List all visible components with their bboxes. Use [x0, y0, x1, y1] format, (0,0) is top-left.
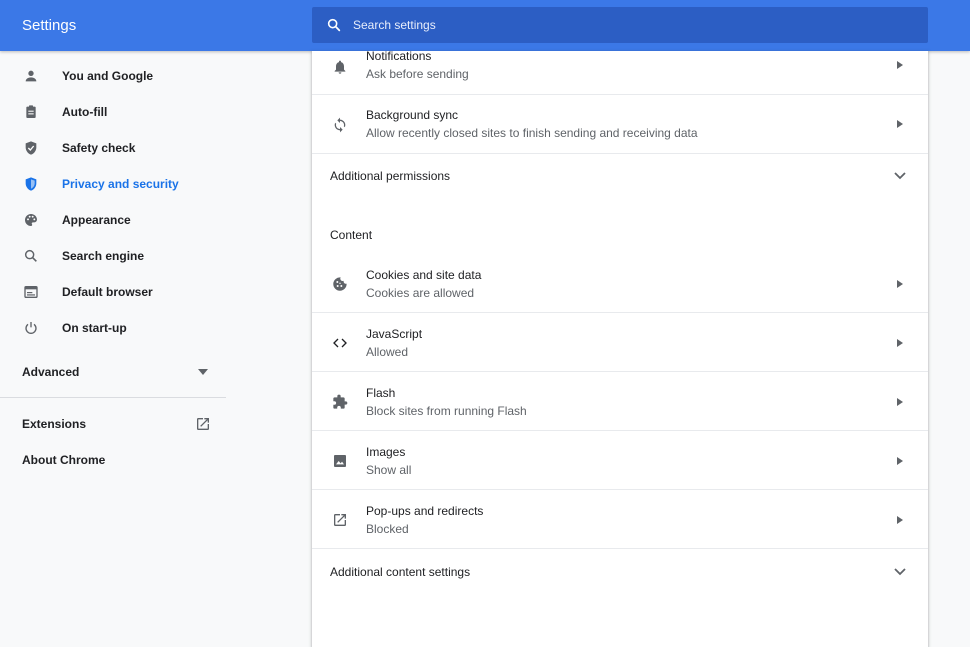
row-title: Images	[366, 445, 406, 459]
notifications-row[interactable]: Notifications Ask before sending	[312, 51, 928, 95]
sidebar-item-label: You and Google	[62, 69, 154, 83]
sync-icon	[330, 115, 350, 135]
caret-down-icon	[198, 369, 208, 375]
arrow-right-icon	[897, 280, 903, 288]
top-bar: Settings	[0, 0, 970, 51]
about-chrome-label: About Chrome	[22, 453, 106, 467]
arrow-right-icon	[897, 457, 903, 465]
open-in-new-icon	[330, 510, 350, 530]
open-in-new-icon	[197, 418, 209, 430]
settings-card: Notifications Ask before sending Backgro…	[312, 51, 928, 647]
sidebar-item-label: Safety check	[62, 141, 136, 155]
person-icon	[22, 67, 40, 85]
arrow-right-icon	[897, 339, 903, 347]
extensions-link[interactable]: Extensions	[0, 406, 226, 442]
arrow-right-icon	[897, 120, 903, 128]
sidebar-item-search-engine[interactable]: Search engine	[0, 238, 226, 274]
browser-icon	[22, 283, 40, 301]
row-subtitle: Allowed	[366, 345, 409, 359]
chevron-down-icon	[894, 172, 906, 180]
row-title: Pop-ups and redirects	[366, 504, 484, 518]
sidebar-item-label: Default browser	[62, 285, 153, 299]
background-sync-row[interactable]: Background sync Allow recently closed si…	[312, 95, 928, 154]
row-title: Background sync	[366, 108, 459, 122]
image-icon	[330, 451, 350, 471]
popups-row[interactable]: Pop-ups and redirects Blocked	[312, 490, 928, 549]
sidebar-item-you-and-google[interactable]: You and Google	[0, 58, 226, 94]
clipboard-icon	[22, 103, 40, 121]
bell-icon	[330, 57, 350, 77]
advanced-toggle[interactable]: Advanced	[0, 354, 226, 390]
additional-permissions-row[interactable]: Additional permissions	[312, 154, 928, 198]
sidebar-item-privacy-and-security[interactable]: Privacy and security	[0, 166, 226, 202]
sidebar-item-appearance[interactable]: Appearance	[0, 202, 226, 238]
row-subtitle: Block sites from running Flash	[366, 404, 527, 418]
search-input[interactable]	[353, 7, 913, 43]
app-title: Settings	[22, 17, 77, 34]
chevron-down-icon	[894, 568, 906, 576]
images-row[interactable]: Images Show all	[312, 431, 928, 490]
search-icon	[327, 18, 341, 32]
cookies-row[interactable]: Cookies and site data Cookies are allowe…	[312, 254, 928, 313]
additional-content-settings-label: Additional content settings	[330, 565, 471, 579]
code-icon	[330, 333, 350, 353]
arrow-right-icon	[897, 398, 903, 406]
sidebar-item-label: Search engine	[62, 249, 145, 263]
arrow-right-icon	[897, 61, 903, 69]
search-icon	[22, 247, 40, 265]
row-subtitle: Cookies are allowed	[366, 286, 475, 300]
additional-permissions-label: Additional permissions	[330, 169, 451, 183]
content-section-heading: Content	[330, 228, 373, 242]
sidebar-divider	[0, 397, 226, 398]
extensions-label: Extensions	[22, 417, 87, 431]
palette-icon	[22, 211, 40, 229]
arrow-right-icon	[897, 516, 903, 524]
search-box[interactable]	[312, 7, 928, 43]
javascript-row[interactable]: JavaScript Allowed	[312, 313, 928, 372]
flash-row[interactable]: Flash Block sites from running Flash	[312, 372, 928, 431]
cookie-icon	[330, 274, 350, 294]
row-title: Cookies and site data	[366, 268, 482, 282]
row-subtitle: Blocked	[366, 522, 409, 536]
sidebar-item-safety-check[interactable]: Safety check	[0, 130, 226, 166]
shield-check-icon	[22, 139, 40, 157]
row-title: JavaScript	[366, 327, 423, 341]
sidebar-item-label: Appearance	[62, 213, 131, 227]
sidebar-item-label: Privacy and security	[62, 177, 179, 191]
row-subtitle: Ask before sending	[366, 67, 469, 81]
sidebar-item-on-start-up[interactable]: On start-up	[0, 310, 226, 346]
additional-content-settings-row[interactable]: Additional content settings	[312, 549, 928, 593]
row-subtitle: Show all	[366, 463, 412, 477]
power-icon	[22, 319, 40, 337]
sidebar-item-label: Auto-fill	[62, 105, 108, 119]
row-title: Flash	[366, 386, 396, 400]
row-title: Notifications	[366, 51, 432, 63]
row-subtitle: Allow recently closed sites to finish se…	[366, 126, 698, 140]
sidebar-item-default-browser[interactable]: Default browser	[0, 274, 226, 310]
sidebar-item-label: On start-up	[62, 321, 127, 335]
advanced-label: Advanced	[22, 365, 80, 379]
sidebar: You and Google Auto-fill Safety check Pr…	[0, 51, 312, 647]
about-chrome-link[interactable]: About Chrome	[0, 442, 226, 478]
shield-icon	[22, 175, 40, 193]
puzzle-icon	[330, 392, 350, 412]
sidebar-item-auto-fill[interactable]: Auto-fill	[0, 94, 226, 130]
